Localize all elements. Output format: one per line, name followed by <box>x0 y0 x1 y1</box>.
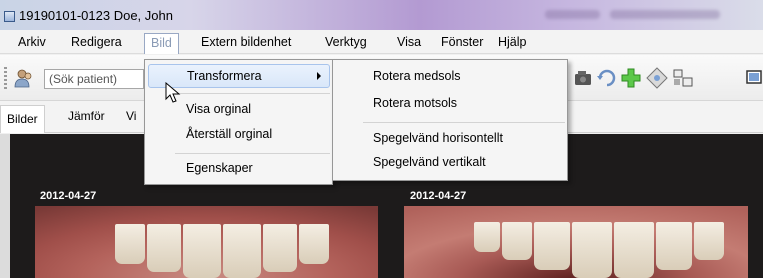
menu-verktyg[interactable]: Verktyg <box>325 30 367 54</box>
tab-jamfor[interactable]: Jämför <box>68 109 105 123</box>
menu-item-egenskaper[interactable]: Egenskaper <box>186 161 253 175</box>
menu-arkiv[interactable]: Arkiv <box>18 30 46 54</box>
bild-menu: Transformera Visa orginal Återställ orgi… <box>144 59 333 185</box>
menu-hjalp[interactable]: Hjälp <box>498 30 527 54</box>
layout-icon[interactable] <box>672 67 694 89</box>
tab-bilder[interactable]: Bilder <box>0 105 45 133</box>
blurred-title-text <box>545 10 600 19</box>
window-title: 19190101-0123 Doe, John <box>19 7 173 23</box>
menu-bar: Arkiv Redigera Bild Extern bildenhet Ver… <box>0 30 763 54</box>
menu-item-aterstall-orginal[interactable]: Återställ orginal <box>186 127 272 141</box>
submenu-arrow-icon <box>317 72 321 80</box>
patient-icon[interactable] <box>14 68 34 88</box>
menu-item-spegelvand-vertikalt[interactable]: Spegelvänd vertikalt <box>373 155 486 169</box>
menu-separator <box>175 93 330 94</box>
photo-date: 2012-04-27 <box>40 190 97 202</box>
menu-item-rotera-motsols[interactable]: Rotera motsols <box>373 96 457 110</box>
menu-separator <box>175 153 330 154</box>
menu-item-label: Transformera <box>187 69 262 83</box>
monitor-icon[interactable] <box>745 67 763 89</box>
menu-visa[interactable]: Visa <box>397 30 421 54</box>
camera-icon[interactable] <box>572 67 594 89</box>
menu-separator <box>363 122 565 123</box>
viewer-edge <box>0 134 10 278</box>
menu-item-spegelvand-horisontellt[interactable]: Spegelvänd horisontellt <box>373 131 503 145</box>
menu-fonster[interactable]: Fönster <box>441 30 483 54</box>
photo-date: 2012-04-27 <box>410 190 467 202</box>
transform-submenu: Rotera medsols Rotera motsols Spegelvänd… <box>332 59 568 181</box>
menu-item-visa-orginal[interactable]: Visa orginal <box>186 102 251 116</box>
menu-bild[interactable]: Bild <box>144 33 179 54</box>
move-icon[interactable] <box>646 67 668 89</box>
title-bar: 19190101-0123 Doe, John <box>0 0 763 30</box>
tab-partial[interactable]: Vi <box>126 109 136 123</box>
add-icon[interactable] <box>620 67 642 89</box>
mouse-cursor-icon <box>165 82 181 103</box>
dental-photo[interactable] <box>35 206 378 278</box>
app-icon <box>4 10 15 22</box>
dental-photo[interactable] <box>404 206 748 278</box>
menu-extern-bildenhet[interactable]: Extern bildenhet <box>201 30 291 54</box>
patient-search-input[interactable]: (Sök patient) <box>44 69 144 89</box>
blurred-title-text <box>610 10 720 19</box>
menu-item-rotera-medsols[interactable]: Rotera medsols <box>373 69 461 83</box>
rotate-icon[interactable] <box>596 67 618 89</box>
toolbar-grip[interactable] <box>4 67 7 89</box>
menu-redigera[interactable]: Redigera <box>71 30 122 54</box>
